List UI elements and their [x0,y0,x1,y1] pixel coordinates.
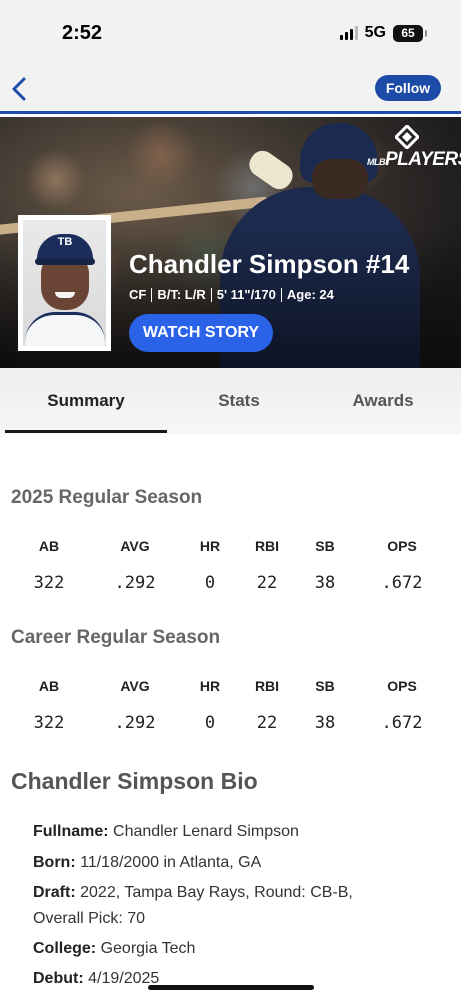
stat-value-ab: 322 [33,573,65,593]
player-headshot: TB [18,215,111,351]
tab-stats[interactable]: Stats [168,368,310,434]
back-button[interactable] [8,74,34,104]
tab-summary[interactable]: Summary [5,368,167,434]
stat-header-hr: HR [199,538,221,554]
nav-bar: Follow [0,66,461,114]
signal-icon [339,26,358,40]
stat-header-ops: OPS [387,538,417,554]
stat-header-sb: SB [315,538,335,554]
battery-icon: 65 [393,24,427,42]
stat-value-ops: .672 [381,573,423,593]
player-bats-throws: B/T: L/R [157,287,206,302]
tab-bar: Summary Stats Awards [0,368,461,434]
stat-header-ops: OPS [387,678,417,694]
network-type: 5G [364,24,386,41]
stat-value-sb: 38 [314,713,336,733]
stat-value-avg: .292 [114,573,156,593]
active-tab-indicator [5,430,167,433]
bio-draft-continued: Overall Pick: 70 [33,910,146,927]
bio-draft: Draft: 2022, Tampa Bay Rays, Round: CB-B… [33,884,353,901]
bio-college: College: Georgia Tech [33,940,196,957]
player-name: Chandler Simpson #14 [129,249,410,279]
diamond-logo-icon [395,125,419,149]
player-meta: CF B/T: L/R 5' 11"/170 Age: 24 [129,287,334,302]
follow-button[interactable]: Follow [375,75,441,101]
stat-value-ab: 322 [33,713,65,733]
status-bar: 2:52 5G 65 [0,0,461,66]
stat-header-ab: AB [38,538,60,554]
logo-text: PLAYERS [385,149,461,170]
cap-logo: TB [57,236,73,248]
stat-value-hr: 0 [204,573,216,593]
stat-value-sb: 38 [314,573,336,593]
stat-header-ab: AB [38,678,60,694]
mlb-players-logo: MLBPLAYERS [367,125,461,177]
stat-header-sb: SB [315,678,335,694]
tab-awards[interactable]: Awards [310,368,456,434]
player-hero: MLBPLAYERS TB Chandler Simpson #14 CF B/… [0,117,461,368]
stat-value-hr: 0 [204,713,216,733]
stat-value-rbi: 22 [256,573,278,593]
bio-debut: Debut: 4/19/2025 [33,970,160,987]
stat-header-rbi: RBI [254,678,280,694]
stat-value-rbi: 22 [256,713,278,733]
watch-story-button[interactable]: WATCH STORY [129,314,273,352]
stat-value-ops: .672 [381,713,423,733]
chevron-left-icon [12,77,26,101]
bio-title: Chandler Simpson Bio [11,768,258,794]
bio-fullname: Fullname: Chandler Lenard Simpson [33,823,299,840]
home-indicator[interactable] [148,985,314,990]
stat-header-hr: HR [199,678,221,694]
stat-header-rbi: RBI [254,538,280,554]
stat-header-avg: AVG [120,678,150,694]
bio-born: Born: 11/18/2000 in Atlanta, GA [33,854,262,871]
player-height-weight: 5' 11"/170 [216,287,276,302]
season-stats-title: 2025 Regular Season [11,487,203,508]
player-position: CF [129,287,147,302]
stat-value-avg: .292 [114,713,156,733]
status-indicators: 5G 65 [339,24,427,42]
player-age: Age: 24 [286,287,334,302]
career-stats-title: Career Regular Season [11,627,221,648]
status-time: 2:52 [62,22,103,44]
logo-prefix: MLB [367,157,386,167]
stat-header-avg: AVG [120,538,150,554]
